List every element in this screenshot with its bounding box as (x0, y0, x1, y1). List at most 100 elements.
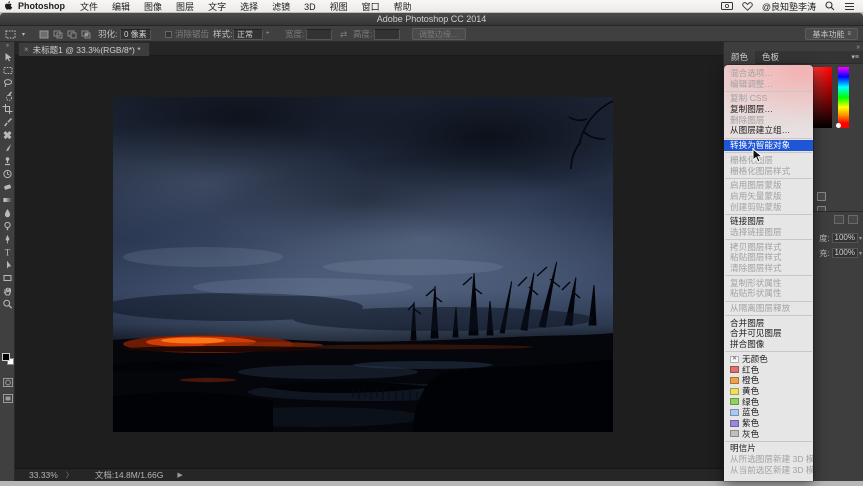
quick-mask-button[interactable] (0, 378, 15, 387)
selection-mode-buttons[interactable] (38, 26, 94, 42)
tab-color[interactable]: 颜色 (724, 51, 755, 64)
style-select[interactable]: 正常 (233, 29, 263, 40)
type-tool-icon[interactable]: T (0, 245, 15, 258)
layer-filter-icon[interactable] (834, 215, 844, 224)
width-input[interactable] (306, 29, 332, 40)
collapse-tools-icon[interactable]: ›› (0, 42, 14, 50)
canvas[interactable] (15, 56, 723, 468)
rectangle-tool-icon[interactable] (0, 271, 15, 284)
window-titlebar[interactable]: Adobe Photoshop CC 2014 (0, 13, 863, 26)
dodge-tool-icon[interactable] (0, 219, 15, 232)
monitor-icon[interactable] (721, 2, 733, 11)
intersect-selection-icon[interactable] (80, 29, 91, 39)
chevron-down-icon[interactable]: ▾ (859, 250, 862, 257)
menubar-item-6[interactable]: 滤镜 (272, 2, 290, 12)
hand-tool-icon[interactable] (0, 284, 15, 297)
menu-separator (725, 91, 812, 92)
document-tab[interactable]: × 未标题1 @ 33.3%(RGB/8*) * (18, 42, 150, 56)
brush-tool-icon[interactable] (0, 141, 15, 154)
fill-value[interactable]: 100% (832, 248, 858, 258)
tab-swatches[interactable]: 色板 (755, 51, 786, 64)
feather-label: 羽化: (98, 26, 117, 42)
tool-preset-picker[interactable]: ▾ (5, 26, 25, 42)
rectangular-marquee-tool-icon[interactable] (0, 63, 15, 76)
context-menu-item-33[interactable]: ✕无颜色 (724, 354, 813, 365)
menubar-username[interactable]: @良知塾李涛 (762, 0, 816, 13)
menubar-item-8[interactable]: 视图 (330, 2, 348, 12)
context-menu-item-38[interactable]: 蓝色 (724, 407, 813, 418)
hue-ramp[interactable] (838, 67, 849, 128)
workspace-switcher[interactable]: 基本功能≡ (805, 28, 858, 40)
context-menu-item-42[interactable]: 明信片 (724, 443, 813, 454)
menu-separator (725, 301, 812, 302)
refine-edge-button[interactable]: 调整边缘… (412, 28, 466, 40)
menubar-item-7[interactable]: 3D (304, 2, 316, 12)
subtract-selection-icon[interactable] (66, 29, 77, 39)
close-tab-icon[interactable]: × (24, 45, 29, 54)
context-menu-item-6[interactable]: 从图层建立组… (724, 125, 813, 136)
apple-menu-icon[interactable] (0, 1, 16, 12)
quick-selection-tool-icon[interactable] (0, 89, 15, 102)
feather-input[interactable]: 0 像素 (120, 29, 151, 40)
context-menu-item-40[interactable]: 灰色 (724, 429, 813, 440)
menubar-item-5[interactable]: 选择 (240, 2, 258, 12)
context-menu-item-8[interactable]: 转换为智能对象 (724, 140, 813, 151)
eraser-tool-icon[interactable] (0, 180, 15, 193)
gradient-tool-icon[interactable] (0, 193, 15, 206)
menubar-item-9[interactable]: 窗口 (362, 2, 380, 12)
menu-separator (725, 214, 812, 215)
context-menu-item-29[interactable]: 合并图层 (724, 318, 813, 329)
color-swatch-icon (730, 398, 739, 405)
link-dimensions-icon[interactable]: ⇄ (340, 26, 347, 42)
context-menu-item-35[interactable]: 橙色 (724, 375, 813, 386)
menubar-item-1[interactable]: 编辑 (112, 2, 130, 12)
blur-tool-icon[interactable] (0, 206, 15, 219)
context-menu-item-17[interactable]: 链接图层 (724, 216, 813, 227)
context-menu-item-36[interactable]: 黄色 (724, 386, 813, 397)
lasso-tool-icon[interactable] (0, 76, 15, 89)
context-menu-item-39[interactable]: 紫色 (724, 418, 813, 429)
menubar-item-3[interactable]: 图层 (176, 2, 194, 12)
context-menu-item-label: 合并可见图层 (730, 328, 782, 339)
pen-tool-icon[interactable] (0, 232, 15, 245)
context-menu-item-label: 绿色 (742, 397, 759, 408)
menubar-item-10[interactable]: 帮助 (394, 2, 412, 12)
crop-tool-icon[interactable] (0, 102, 15, 115)
context-menu-item-37[interactable]: 绿色 (724, 397, 813, 408)
menubar-item-0[interactable]: 文件 (80, 2, 98, 12)
menubar-item-4[interactable]: 文字 (208, 2, 226, 12)
context-menu-item-30[interactable]: 合并可见图层 (724, 328, 813, 339)
zoom-tool-icon[interactable] (0, 297, 15, 310)
marquee-preset-icon (5, 29, 16, 39)
move-tool-icon[interactable] (0, 50, 15, 63)
add-selection-icon[interactable] (52, 29, 63, 39)
context-menu-item-4[interactable]: 复制图层… (724, 104, 813, 115)
menubar-item-2[interactable]: 图像 (144, 2, 162, 12)
opacity-value[interactable]: 100% (832, 233, 858, 243)
spot-healing-brush-tool-icon[interactable] (0, 128, 15, 141)
height-input[interactable] (374, 29, 400, 40)
collapse-panels-icon[interactable]: ›› (856, 44, 859, 51)
foreground-background-swatches[interactable] (2, 353, 14, 365)
style-stepper-icon[interactable]: ÷ (266, 31, 269, 37)
heart-icon[interactable] (742, 2, 753, 11)
foreground-color-swatch[interactable] (2, 353, 10, 361)
adjustment-icon[interactable] (817, 192, 826, 201)
status-menu-arrow-icon[interactable]: ▶ (177, 471, 182, 479)
history-brush-tool-icon[interactable] (0, 167, 15, 180)
notification-list-icon[interactable] (844, 2, 855, 11)
context-menu-item-31[interactable]: 拼合图像 (724, 339, 813, 350)
chevron-down-icon[interactable]: ▾ (859, 235, 862, 242)
zoom-level-field[interactable]: 33.33% (29, 470, 58, 480)
menubar-app-name[interactable]: Photoshop (18, 1, 65, 11)
screen-mode-button[interactable] (0, 394, 15, 403)
spotlight-search-icon[interactable] (825, 1, 835, 11)
layer-filter-icon[interactable] (848, 215, 858, 224)
antialias-checkbox[interactable] (165, 31, 172, 38)
new-selection-icon[interactable] (38, 29, 49, 39)
context-menu-item-34[interactable]: 红色 (724, 365, 813, 376)
clone-stamp-tool-icon[interactable] (0, 154, 15, 167)
path-selection-tool-icon[interactable] (0, 258, 15, 271)
eyedropper-tool-icon[interactable] (0, 115, 15, 128)
panel-menu-icon[interactable]: ▾≡ (851, 53, 863, 61)
